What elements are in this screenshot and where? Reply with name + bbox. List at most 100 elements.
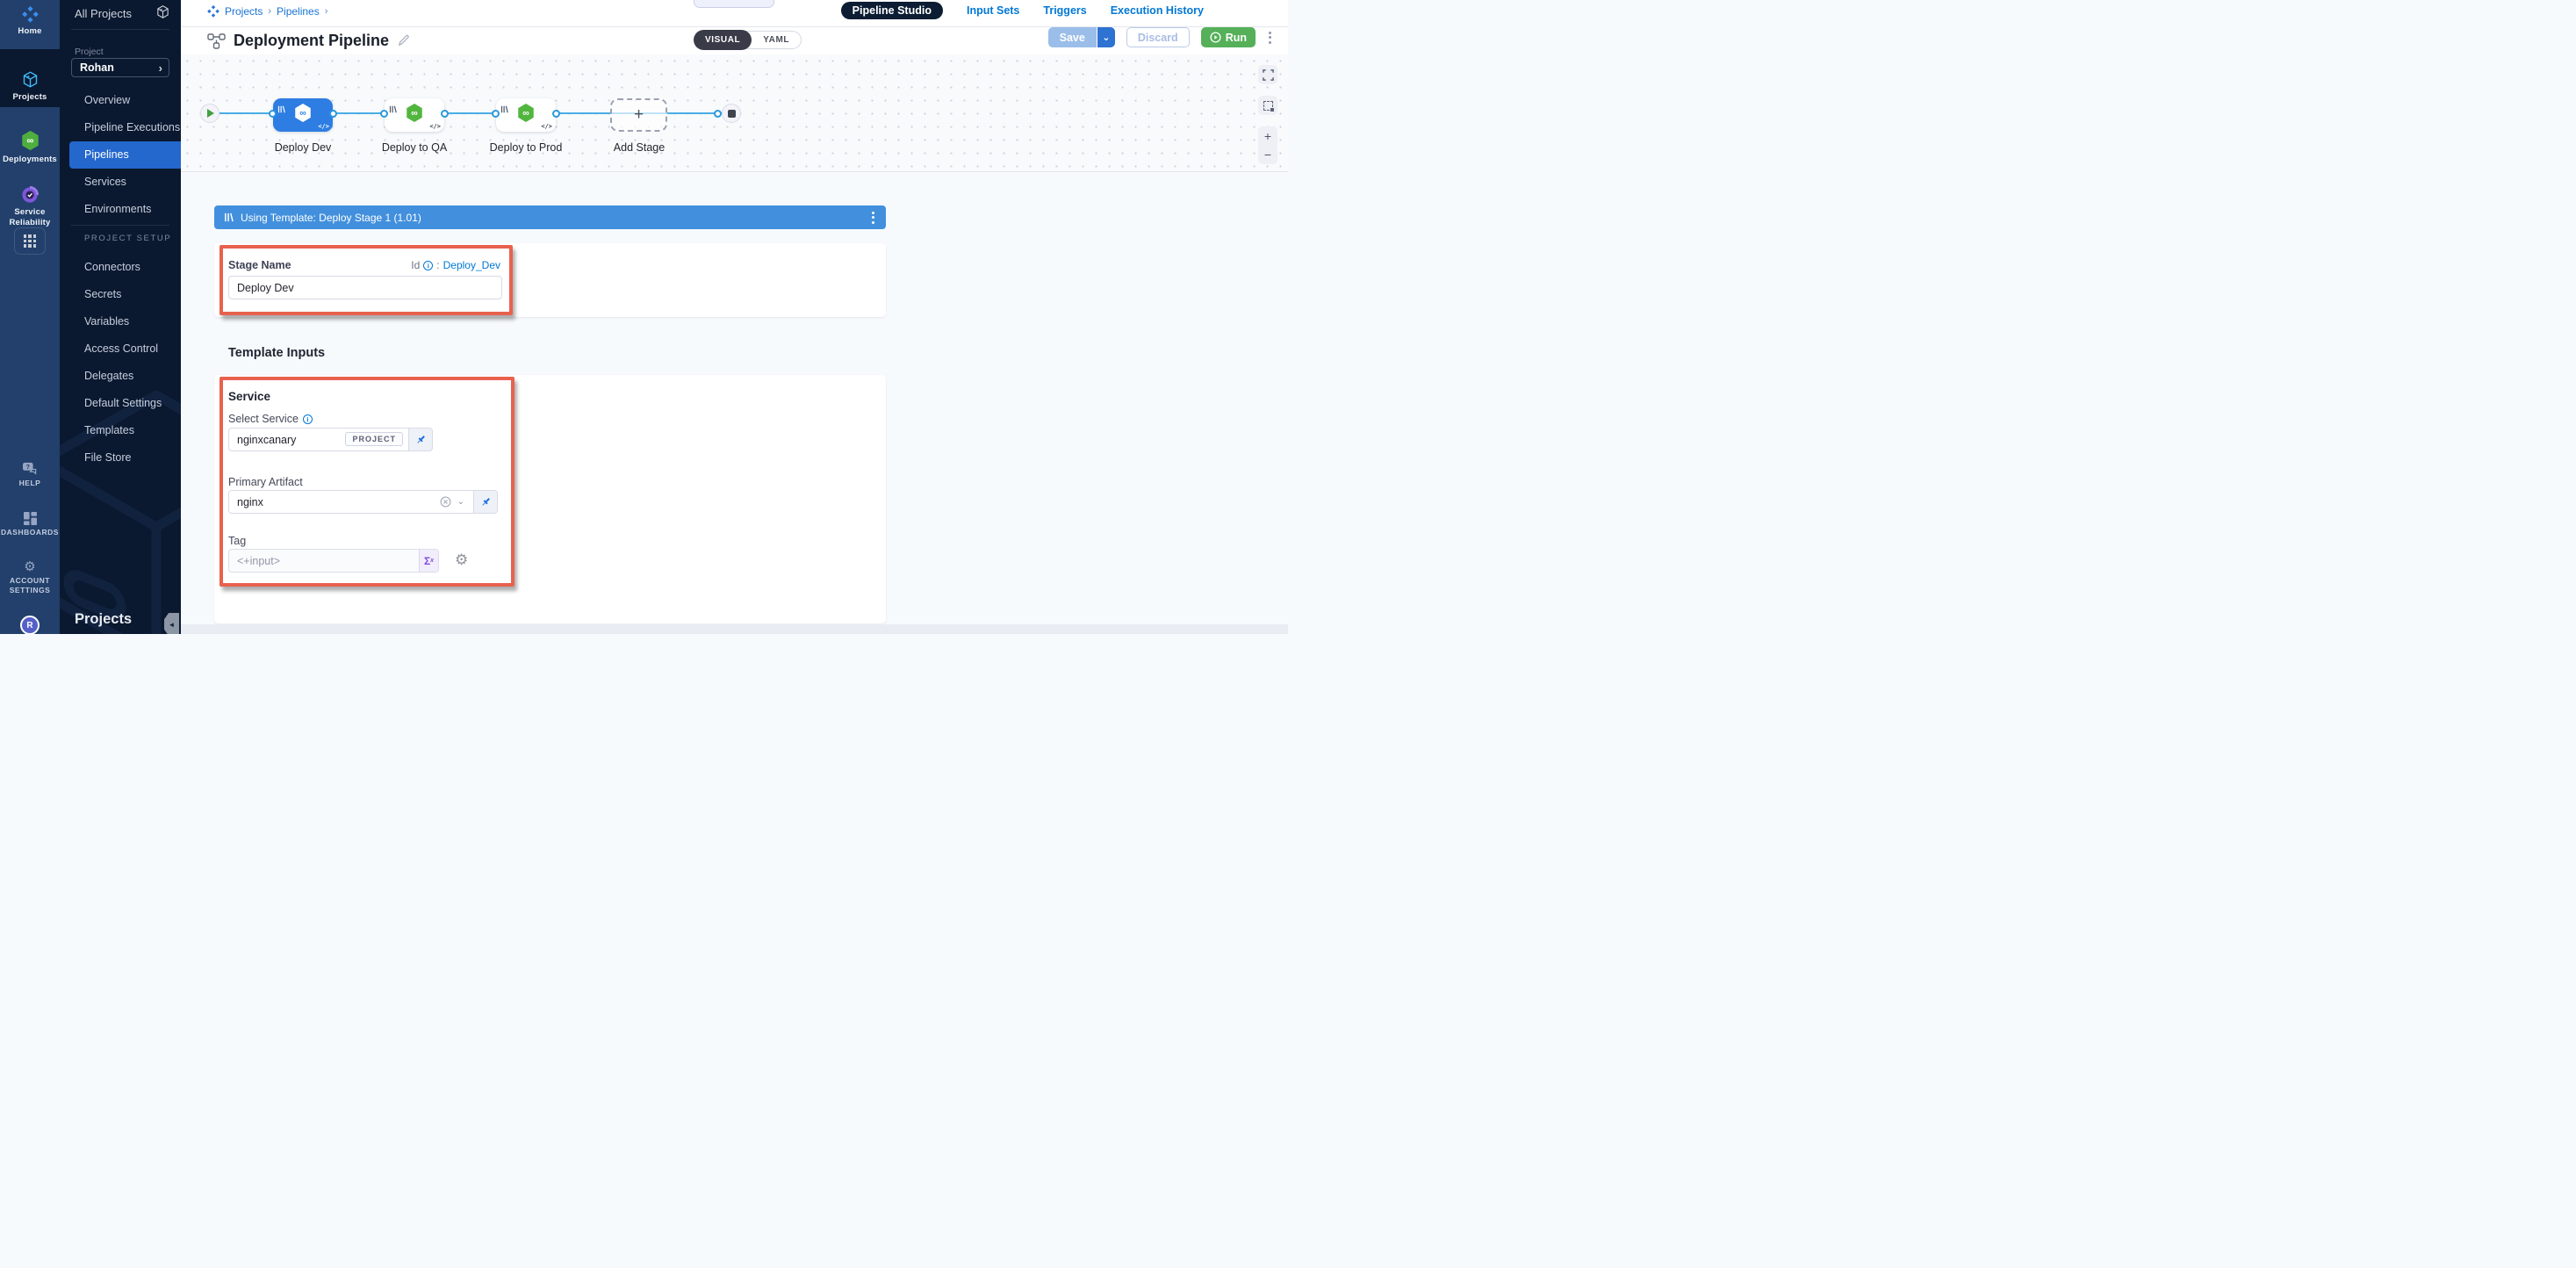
- stage-name-input[interactable]: [228, 276, 502, 299]
- workflow-graph-icon: [207, 33, 226, 49]
- breadcrumb-projects[interactable]: Projects: [225, 5, 263, 18]
- sidebar-item-access-control[interactable]: Access Control: [60, 335, 181, 363]
- play-icon: [207, 109, 214, 118]
- sidebar-item-connectors[interactable]: Connectors: [60, 254, 181, 281]
- breadcrumb: Projects › Pipelines ›: [207, 5, 327, 18]
- info-icon[interactable]: i: [423, 261, 433, 270]
- project-selector-value: Rohan: [80, 61, 159, 74]
- cube-icon[interactable]: [155, 4, 170, 24]
- stage-label-deploy-to-qa[interactable]: Deploy to QA: [366, 141, 463, 154]
- stage-label-deploy-dev[interactable]: Deploy Dev: [255, 141, 351, 154]
- rail-label-dashboards: DASHBOARDS: [0, 528, 60, 537]
- header-kebab-menu-icon[interactable]: [1267, 30, 1273, 46]
- svg-text:∞: ∞: [299, 108, 306, 119]
- sidebar-item-pipelines[interactable]: Pipelines: [69, 141, 181, 169]
- toggle-visual[interactable]: VISUAL: [694, 30, 752, 50]
- discard-button[interactable]: Discard: [1126, 27, 1190, 47]
- zoom-out-icon[interactable]: −: [1264, 148, 1271, 161]
- tab-input-sets[interactable]: Input Sets: [967, 4, 1019, 17]
- rail-label-account: ACCOUNT: [0, 576, 60, 586]
- service-pin-button[interactable]: [409, 428, 433, 451]
- pushpin-icon: [415, 434, 427, 445]
- stage-label-deploy-to-prod[interactable]: Deploy to Prod: [478, 141, 574, 154]
- save-split-button[interactable]: Save ⌄: [1048, 27, 1115, 47]
- service-scope-badge: PROJECT: [345, 432, 403, 446]
- circle-x-clear-icon[interactable]: [440, 496, 451, 508]
- tag-input[interactable]: <+input> Σx: [228, 549, 439, 573]
- canvas-fit-view-button[interactable]: [1258, 65, 1277, 84]
- artifact-pin-button[interactable]: [474, 490, 498, 514]
- connector-dot: [329, 110, 337, 118]
- zoom-in-icon[interactable]: +: [1264, 130, 1271, 142]
- rail-item-home[interactable]: Home: [0, 6, 60, 36]
- tag-placeholder: <+input>: [237, 555, 280, 567]
- chevron-down-icon[interactable]: ⌄: [457, 497, 464, 507]
- rail-item-help[interactable]: ? HELP: [0, 462, 60, 488]
- connector-dot: [492, 110, 500, 118]
- canvas-zoom-control[interactable]: + −: [1258, 126, 1277, 164]
- save-button[interactable]: Save: [1048, 27, 1097, 47]
- sidebar-item-overview[interactable]: Overview: [60, 87, 181, 114]
- breadcrumb-pipelines[interactable]: Pipelines: [277, 5, 320, 18]
- sidebar-item-pipeline-executions[interactable]: Pipeline Executions: [60, 114, 181, 141]
- save-caret-button[interactable]: ⌄: [1097, 27, 1115, 47]
- rail-label-help: HELP: [0, 479, 60, 488]
- rail-item-projects[interactable]: Projects: [0, 70, 60, 102]
- add-stage-button[interactable]: +: [610, 98, 667, 132]
- run-button-label: Run: [1226, 32, 1247, 44]
- sidebar-item-delegates[interactable]: Delegates: [60, 363, 181, 390]
- sidebar-item-secrets[interactable]: Secrets: [60, 281, 181, 308]
- play-circle-icon: [1210, 32, 1221, 43]
- sidebar-item-default-settings[interactable]: Default Settings: [60, 390, 181, 417]
- module-picker-button[interactable]: [14, 227, 46, 255]
- tab-pipeline-studio[interactable]: Pipeline Studio: [841, 2, 943, 19]
- sidebar-item-variables[interactable]: Variables: [60, 308, 181, 335]
- banner-kebab-menu-icon[interactable]: [870, 210, 876, 226]
- stage-node-deploy-to-qa[interactable]: ∞ </>: [385, 98, 444, 132]
- sidebar-item-templates[interactable]: Templates: [60, 417, 181, 444]
- pipeline-start-node[interactable]: [200, 104, 219, 123]
- connector-dot: [380, 110, 388, 118]
- tag-settings-gear-icon[interactable]: ⚙: [455, 551, 468, 569]
- canvas-select-button[interactable]: [1258, 96, 1277, 115]
- select-service-input[interactable]: nginxcanary PROJECT: [228, 428, 409, 451]
- all-projects-link[interactable]: All Projects: [75, 7, 132, 20]
- rail-item-service-reliability[interactable]: Service Reliability: [0, 186, 60, 228]
- pipeline-end-node[interactable]: [722, 104, 741, 123]
- stage-node-deploy-to-prod[interactable]: ∞ </>: [496, 98, 556, 132]
- user-avatar[interactable]: R: [20, 616, 40, 634]
- using-template-banner[interactable]: Using Template: Deploy Stage 1 (1.01): [214, 205, 886, 229]
- grid-9-dots-icon: [24, 234, 37, 248]
- run-button[interactable]: Run: [1201, 27, 1256, 47]
- tab-triggers[interactable]: Triggers: [1043, 4, 1086, 17]
- visual-yaml-toggle[interactable]: VISUAL YAML: [694, 31, 802, 49]
- template-library-icon: [277, 102, 285, 118]
- stage-label-add-stage[interactable]: Add Stage: [591, 141, 687, 154]
- rail-label-service: Service: [0, 207, 60, 218]
- primary-artifact-label: Primary Artifact: [228, 476, 303, 488]
- chevron-down-icon: ⌄: [1102, 32, 1110, 43]
- sigma-x-expression-button[interactable]: Σx: [419, 550, 438, 572]
- rail-item-account-settings[interactable]: ⚙ ACCOUNT SETTINGS: [0, 560, 60, 595]
- tab-execution-history[interactable]: Execution History: [1111, 4, 1204, 17]
- plus-icon: +: [634, 105, 644, 125]
- info-icon[interactable]: i: [303, 414, 313, 424]
- pipeline-canvas[interactable]: ∞ </> ∞ </> ∞ </> +: [181, 54, 1288, 172]
- select-service-label: Select Service: [228, 413, 299, 425]
- primary-artifact-input[interactable]: nginx ⌄: [228, 490, 474, 514]
- connector-dot: [269, 110, 277, 118]
- stage-id-value[interactable]: Deploy_Dev: [443, 259, 500, 271]
- sidebar-item-services[interactable]: Services: [60, 169, 181, 196]
- project-selector[interactable]: Rohan ›: [71, 58, 169, 77]
- sidebar-item-environments[interactable]: Environments: [60, 196, 181, 223]
- rail-item-deployments[interactable]: ∞ Deployments: [0, 130, 60, 164]
- banner-text: Using Template: Deploy Stage 1 (1.01): [241, 212, 863, 224]
- cd-hexagon-infinity-icon: ∞: [517, 103, 536, 127]
- rail-item-dashboards[interactable]: DASHBOARDS: [0, 512, 60, 537]
- stage-node-deploy-dev[interactable]: ∞ </>: [273, 98, 333, 132]
- header-actions: Save ⌄ Discard Run: [1048, 27, 1273, 47]
- code-tag-icon: </>: [541, 123, 552, 130]
- sidebar-item-file-store[interactable]: File Store: [60, 444, 181, 472]
- pencil-icon[interactable]: [397, 34, 410, 47]
- toggle-yaml[interactable]: YAML: [752, 31, 801, 49]
